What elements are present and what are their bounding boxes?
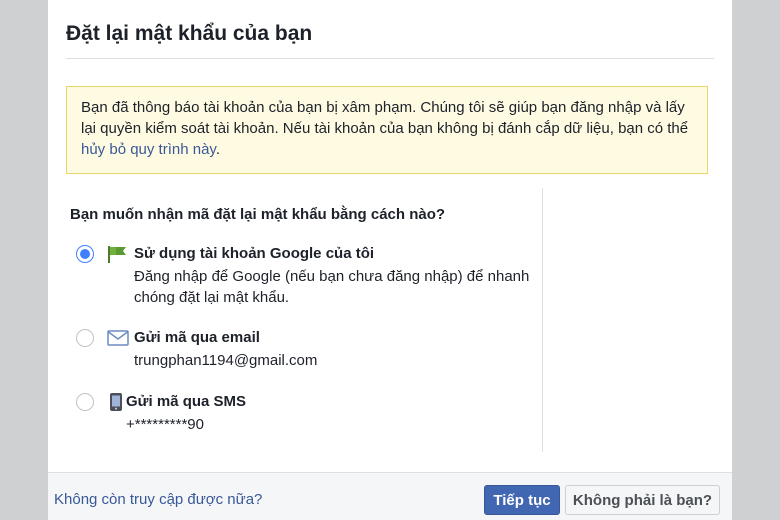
option-google[interactable]: Sử dụng tài khoản Google của tôi Đăng nh… xyxy=(66,244,542,310)
page-backdrop-right xyxy=(732,0,780,520)
option-google-title: Sử dụng tài khoản Google của tôi xyxy=(134,245,375,262)
option-sms-title: Gửi mã qua SMS xyxy=(126,393,247,410)
option-email-address: trungphan1194@gmail.com xyxy=(134,352,318,369)
reset-options-panel: Bạn muốn nhận mã đặt lại mật khẩu bằng c… xyxy=(66,190,542,452)
option-google-desc-line1: Đăng nhập để Google (nếu bạn chưa đăng n… xyxy=(134,268,530,285)
option-sms[interactable]: Gửi mã qua SMS +*********90 xyxy=(66,392,542,436)
reset-method-question: Bạn muốn nhận mã đặt lại mật khẩu bằng c… xyxy=(70,206,446,223)
dialog-title: Đặt lại mật khẩu của bạn xyxy=(66,22,313,45)
compromised-notice: Bạn đã thông báo tài khoản của bạn bị xâ… xyxy=(66,86,708,174)
phone-icon xyxy=(104,392,128,412)
cancel-process-link[interactable]: hủy bỏ quy trình này xyxy=(81,141,216,158)
option-email-title: Gửi mã qua email xyxy=(134,329,260,346)
title-divider xyxy=(66,58,714,59)
not-you-button[interactable]: Không phải là bạn? xyxy=(565,485,720,515)
option-google-desc-line2: chóng đặt lại mật khẩu. xyxy=(134,289,290,306)
notice-suffix: . xyxy=(215,141,220,158)
continue-button[interactable]: Tiếp tục xyxy=(484,485,560,515)
email-icon xyxy=(106,328,130,348)
dialog-footer: Không còn truy cập được nữa? Tiếp tục Kh… xyxy=(48,472,732,520)
google-flag-icon xyxy=(106,244,130,264)
reset-password-dialog: Đặt lại mật khẩu của bạn Bạn đã thông bá… xyxy=(48,0,732,520)
radio-google[interactable] xyxy=(76,245,94,263)
no-access-link[interactable]: Không còn truy cập được nữa? xyxy=(54,491,262,508)
option-email[interactable]: Gửi mã qua email trungphan1194@gmail.com xyxy=(66,328,542,372)
page-backdrop-left xyxy=(0,0,48,520)
radio-sms[interactable] xyxy=(76,393,94,411)
radio-email[interactable] xyxy=(76,329,94,347)
content-divider xyxy=(542,188,543,452)
notice-text: Bạn đã thông báo tài khoản của bạn bị xâ… xyxy=(81,99,689,137)
option-sms-number: +*********90 xyxy=(126,416,204,433)
option-google-desc: Đăng nhập để Google (nếu bạn chưa đăng n… xyxy=(134,266,529,308)
